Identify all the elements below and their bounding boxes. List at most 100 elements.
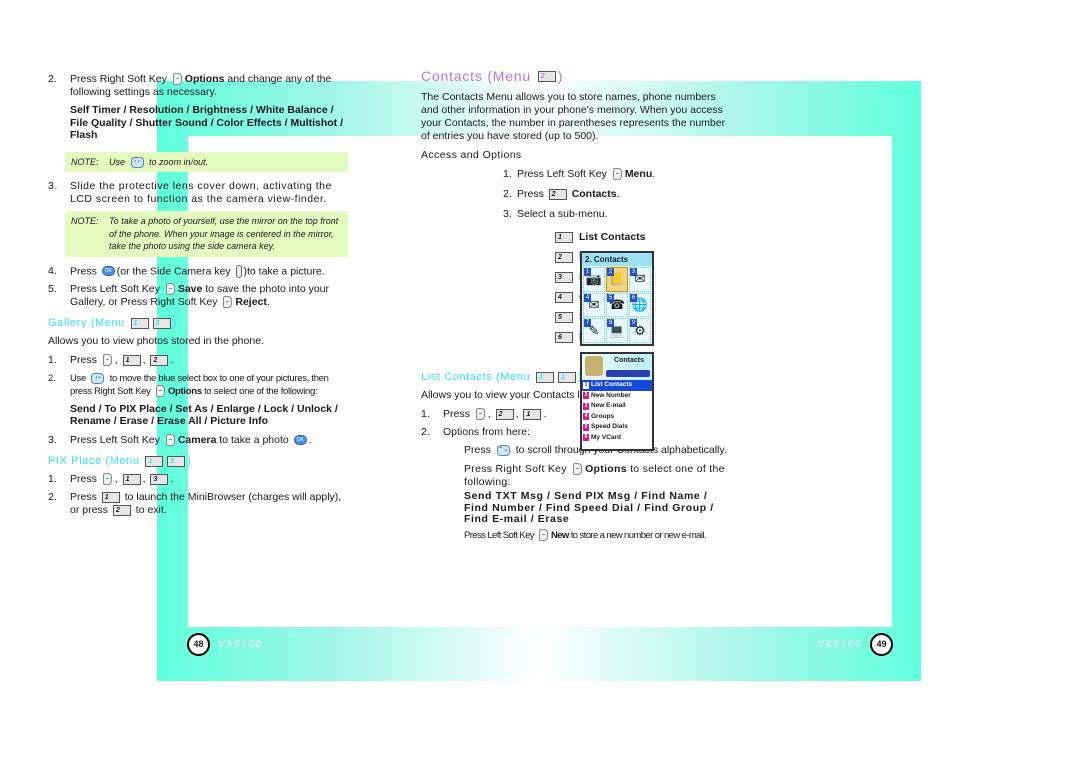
cell-number: 9 bbox=[630, 319, 637, 328]
key-1-icon: 1 bbox=[523, 408, 542, 420]
screen-header: Contacts bbox=[582, 354, 652, 380]
left-soft-key-icon bbox=[538, 528, 548, 541]
contacts-description: The Contacts Menu allows you to store na… bbox=[421, 91, 726, 142]
ok-key-icon: OK bbox=[101, 266, 115, 276]
scroll-indicator bbox=[606, 370, 650, 377]
nav-key-up-down-icon: ⌃⌄ bbox=[496, 444, 510, 456]
access-options-heading: Access and Options bbox=[421, 149, 522, 161]
key-1-icon: 1 bbox=[130, 317, 149, 329]
step-5-save: 5. Press Left Soft Key Save to save the … bbox=[48, 282, 330, 308]
page-number: 48 bbox=[187, 632, 210, 656]
gallery-step-1: 1. Press , 1, 2. bbox=[48, 353, 174, 366]
key-5-icon: 5 bbox=[555, 311, 573, 323]
access-step-3: 3. Select a sub-menu. bbox=[503, 208, 608, 220]
screen-list-item: 4 Groups bbox=[582, 412, 652, 423]
key-2-icon: 2 bbox=[535, 372, 554, 383]
ok-key-icon: OK bbox=[293, 435, 307, 445]
menu-grid-cell: 7 ✎ bbox=[583, 318, 605, 343]
new-entry-instruction: Press Left Soft Key New to store a new n… bbox=[464, 528, 707, 541]
pix-place-step-2: 2. Press 1 to launch the MiniBrowser (ch… bbox=[48, 490, 342, 516]
key-3-icon: 3 bbox=[555, 271, 573, 283]
right-footer: VX6100 49 bbox=[809, 632, 893, 656]
key-2-icon: 2 bbox=[555, 251, 573, 263]
list-contacts-section-title: List Contacts (Menu 2 1 ) bbox=[421, 371, 731, 384]
access-step-1: 1. Press Left Soft Key Menu. bbox=[503, 168, 656, 181]
key-4-icon: 4 bbox=[555, 291, 573, 303]
menu-grid-cell: 2 📒 bbox=[606, 267, 628, 292]
left-footer: 48 VX6100 bbox=[187, 632, 271, 656]
left-soft-key-icon bbox=[102, 354, 112, 366]
list-contacts-options: Send TXT Msg / Send PIX Msg / Find Name … bbox=[464, 490, 714, 525]
item-number: 5 bbox=[583, 423, 589, 431]
gallery-section-title: Gallery (Menu 1 2 ) bbox=[48, 316, 177, 329]
cell-number: 8 bbox=[607, 319, 614, 328]
menu-grid-cell: 1 📷 bbox=[583, 267, 605, 292]
right-soft-key-icon bbox=[223, 296, 233, 308]
key-1-icon: 1 bbox=[555, 231, 573, 243]
left-soft-key-icon bbox=[475, 408, 485, 421]
pix-place-step-1: 1. Press , 1, 3. bbox=[48, 472, 174, 485]
right-soft-key-icon bbox=[155, 385, 165, 398]
contacts-menu-list: 1 List Contacts 2 New Number 3 New E-mail 4 Gro… bbox=[582, 380, 652, 443]
nav-key-left-right-icon: ‹ › bbox=[91, 372, 105, 384]
cell-number: 4 bbox=[584, 293, 591, 302]
item-label: List Contacts bbox=[591, 381, 633, 388]
key-2-icon: 2 bbox=[150, 354, 169, 366]
phone-screen-main-menu: 2. Contacts 1 📷 2 📒 3 ✉ 4 ✉ 5 ☎ 6 🌐 7 ✎ 8 💻 9 ⚙ bbox=[580, 251, 654, 346]
item-label: Groups bbox=[591, 412, 615, 420]
note-zoom: NOTE: Use ‹ › to zoom in/out. bbox=[65, 151, 348, 172]
key-1-icon: 1 bbox=[122, 354, 141, 366]
menu-grid-cell: 5 ☎ bbox=[606, 292, 628, 318]
step-2-options: 2. Press Right Soft Key Options and chan… bbox=[48, 73, 332, 98]
cell-number: 6 bbox=[630, 293, 637, 302]
nav-key-left-right-icon: ‹ › bbox=[130, 156, 144, 168]
screen-list-item: 5 Speed Dials bbox=[582, 422, 652, 433]
item-label: New E-mail bbox=[591, 402, 626, 409]
gallery-description: Allows you to view photos stored in the … bbox=[48, 334, 264, 347]
key-1-icon: 1 bbox=[101, 491, 120, 503]
right-soft-key-icon bbox=[172, 73, 182, 86]
cell-number: 2 bbox=[607, 268, 614, 276]
step-4-take-picture: 4. Press OK (or the Side Camera key )to t… bbox=[48, 264, 325, 278]
cell-number: 1 bbox=[584, 268, 591, 276]
options-instruction: Press Right Soft Key Options to select o… bbox=[464, 463, 725, 488]
screen-list-item: 3 New E-mail bbox=[582, 401, 652, 412]
model-label: VX6100 bbox=[817, 638, 862, 650]
list-contacts-step-2: 2. Options from here: bbox=[421, 426, 530, 438]
step-3-lens: 3. Slide the protective lens cover down,… bbox=[48, 180, 332, 205]
right-page-content: Contacts (Menu 2 ) The Contacts Menu all… bbox=[421, 69, 731, 548]
contacts-book-icon bbox=[585, 356, 603, 376]
screen-header: 2. Contacts bbox=[582, 253, 652, 266]
left-soft-key-icon bbox=[102, 473, 112, 485]
menu-icon-grid: 1 📷 2 📒 3 ✉ 4 ✉ 5 ☎ 6 🌐 7 ✎ 8 💻 9 ⚙ bbox=[582, 266, 652, 344]
side-camera-key-icon bbox=[235, 264, 242, 278]
item-label: My VCard bbox=[591, 433, 621, 441]
cell-number: 5 bbox=[607, 293, 614, 302]
key-1-icon: 1 bbox=[122, 473, 141, 485]
cell-number: 7 bbox=[584, 319, 591, 328]
screen-list-item: 6 My VCard bbox=[582, 433, 652, 444]
item-label: New Number bbox=[591, 391, 631, 399]
item-number: 4 bbox=[583, 413, 589, 421]
key-1-icon: 1 bbox=[145, 455, 164, 467]
list-contacts-description: Allows you to view your Contacts list. bbox=[421, 389, 594, 401]
right-soft-key-icon bbox=[573, 463, 583, 476]
page-number: 49 bbox=[870, 632, 893, 656]
camera-options-list: Self Timer / Resolution / Brightness / W… bbox=[70, 104, 344, 141]
menu-grid-cell: 3 ✉ bbox=[629, 267, 651, 292]
key-2-icon: 2 bbox=[548, 188, 567, 200]
key-2-icon: 2 bbox=[495, 408, 514, 420]
gallery-step-2: 2. Use ‹ › to move the blue select box t… bbox=[48, 372, 329, 398]
screen-list-item: 2 New Number bbox=[582, 391, 652, 402]
note-self-photo: NOTE: To take a photo of yourself, use t… bbox=[65, 211, 348, 257]
submenu-item: 1 List Contacts bbox=[553, 227, 731, 247]
item-label: Speed Dials bbox=[591, 423, 628, 430]
menu-grid-cell: 9 ⚙ bbox=[629, 318, 651, 343]
left-soft-key-icon bbox=[165, 283, 175, 295]
screen-list-item: 1 List Contacts bbox=[582, 380, 652, 391]
gallery-step-3: 3. Press Left Soft Key Camera to take a … bbox=[48, 433, 312, 446]
model-label: VX6100 bbox=[218, 638, 263, 650]
key-2-icon: 2 bbox=[537, 71, 556, 82]
menu-grid-cell: 4 ✉ bbox=[583, 292, 605, 318]
cell-number: 3 bbox=[630, 268, 637, 276]
